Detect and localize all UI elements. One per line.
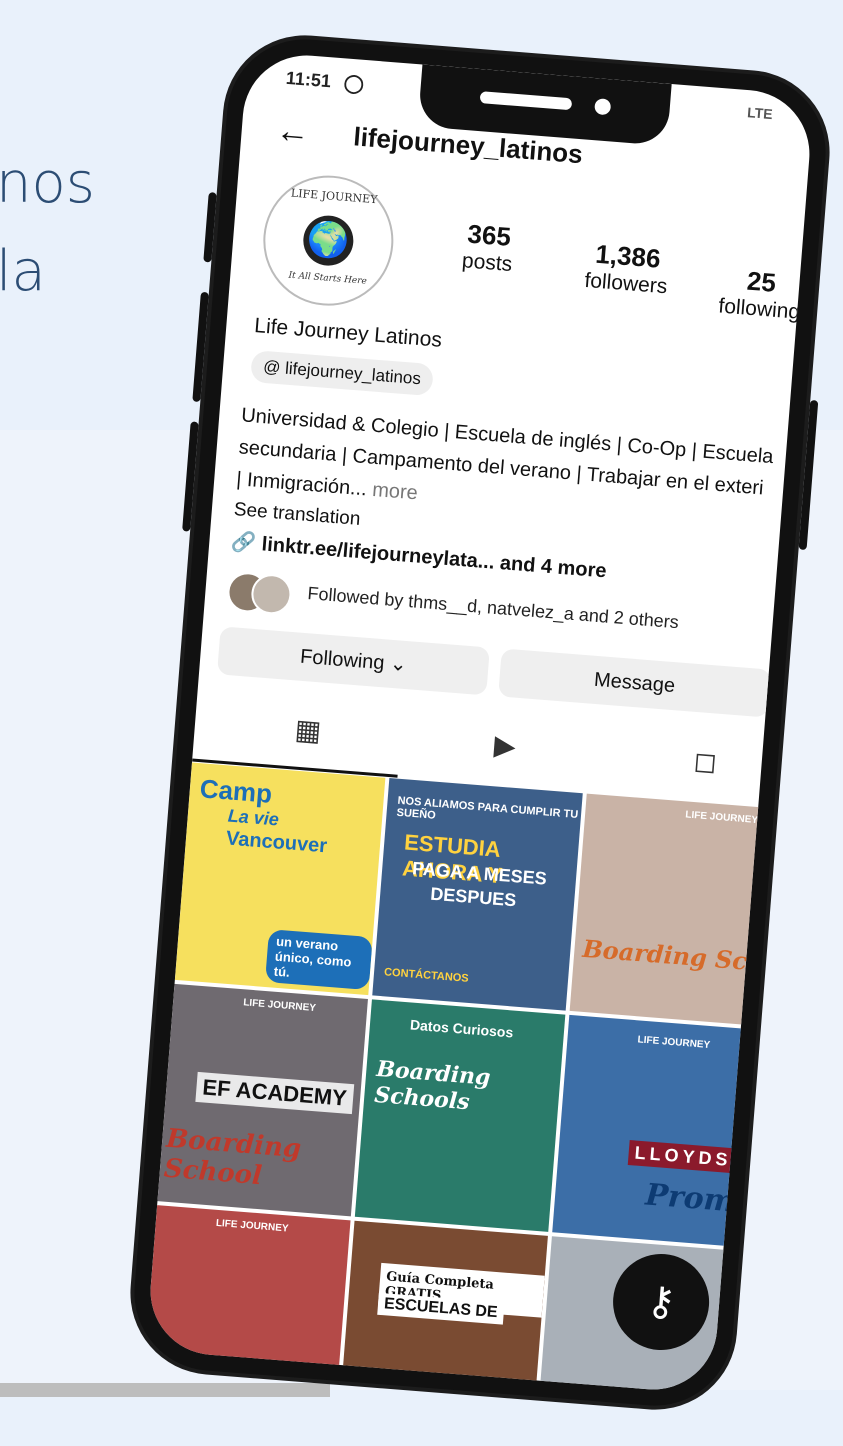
bio-line-3: | Inmigración... (235, 468, 368, 501)
globe-icon: 🌍 (301, 213, 356, 268)
post-text: Vancouver (225, 827, 328, 858)
post-text: Boarding School (162, 1123, 303, 1192)
stat-following[interactable]: 25 following (708, 263, 812, 326)
reels-icon[interactable]: ▶ (493, 728, 517, 763)
post-tile[interactable]: NOS ALIAMOS PARA CUMPLIR TU SUEÑO ESTUDI… (372, 778, 583, 1011)
followed-by-text: Followed by thms__d, natvelez_a and 2 ot… (306, 583, 680, 633)
avatar[interactable]: LIFE JOURNEY 🌍 It All Starts Here (258, 170, 399, 311)
bio-more-link[interactable]: more (371, 479, 418, 505)
phone-side-button-3 (182, 421, 199, 532)
phone-power-button (798, 399, 819, 551)
post-text: EF ACADEMY (195, 1071, 354, 1115)
threads-handle: lifejourney_latinos (284, 358, 422, 389)
signal-icon: LTE (746, 104, 774, 123)
post-text: LIFE JOURNEY (637, 1034, 711, 1052)
post-tile[interactable]: Guía Completa GRATIS ESCUELAS DE (337, 1220, 548, 1395)
post-tile[interactable]: LIFE JOURNEY (145, 1205, 351, 1395)
threads-badge[interactable]: @ lifejourney_latinos (250, 350, 435, 397)
tagged-user-icon[interactable]: ◻ (692, 744, 718, 779)
status-time: 11:51 (285, 67, 332, 92)
post-text: Promo (644, 1177, 757, 1222)
post-text: un verano único, como tú. (264, 929, 373, 991)
post-text: LIFE JOURNEY (242, 997, 317, 1014)
following-button[interactable]: Following ⌄ (216, 626, 490, 696)
post-text: LIFE JOURNEY (215, 1217, 289, 1235)
phone-frame: 11:51 ◯ LTE ← lifejourney_latinos LIFE J… (128, 33, 832, 1412)
post-text: LLOYDS (627, 1140, 739, 1174)
see-translation-link[interactable]: See translation (233, 499, 361, 531)
post-text: Datos Curiosos (409, 1016, 514, 1041)
post-tile[interactable]: LIFE JOURNEY LLOYDS Promo (552, 1014, 763, 1248)
avatar-ring-bottom-text: It All Starts Here (288, 270, 368, 287)
link-icon: 🔗 (230, 530, 263, 556)
whatsapp-icon: ◯ (343, 72, 365, 94)
notch-camera (594, 98, 612, 116)
notch-speaker (479, 91, 573, 111)
threads-icon: @ (262, 356, 286, 378)
phone-side-button-1 (203, 192, 217, 263)
post-tile[interactable]: Camp La vie Vancouver un verano único, c… (174, 762, 386, 996)
post-text: Boarding Sch (581, 933, 766, 978)
post-tile[interactable]: Datos Curiosos Boarding Schools (354, 999, 566, 1232)
post-text: LIFE JOURNEY (684, 809, 759, 827)
post-text: La vie (227, 805, 280, 830)
stat-posts[interactable]: 365 posts (441, 217, 535, 279)
add-person-button[interactable]: + (779, 670, 815, 722)
post-text: Boarding Schools (373, 1055, 492, 1116)
avatar-ring-top-text: LIFE JOURNEY (290, 186, 378, 207)
display-name: Life Journey Latinos (253, 314, 443, 352)
phone-screen: 11:51 ◯ LTE ← lifejourney_latinos LIFE J… (145, 50, 815, 1395)
message-button[interactable]: Message (498, 648, 772, 718)
post-tile[interactable]: LIFE JOURNEY EF ACADEMY Boarding School (157, 983, 368, 1217)
post-text: Camp (198, 773, 274, 809)
post-text: CONTÁCTANOS (383, 966, 470, 985)
phone-side-button-2 (192, 291, 209, 403)
arrow-left-icon[interactable]: ← (274, 111, 311, 152)
post-text: NOS ALIAMOS PARA CUMPLIR TU SUEÑO (396, 794, 579, 822)
phone-mockup: 11:51 ◯ LTE ← lifejourney_latinos LIFE J… (80, 0, 840, 1446)
grid-icon[interactable]: ▦ (294, 713, 323, 748)
stat-followers[interactable]: 1,386 followers (570, 237, 684, 300)
post-tile[interactable]: LIFE JOURNEY Boarding Sch (569, 793, 781, 1027)
